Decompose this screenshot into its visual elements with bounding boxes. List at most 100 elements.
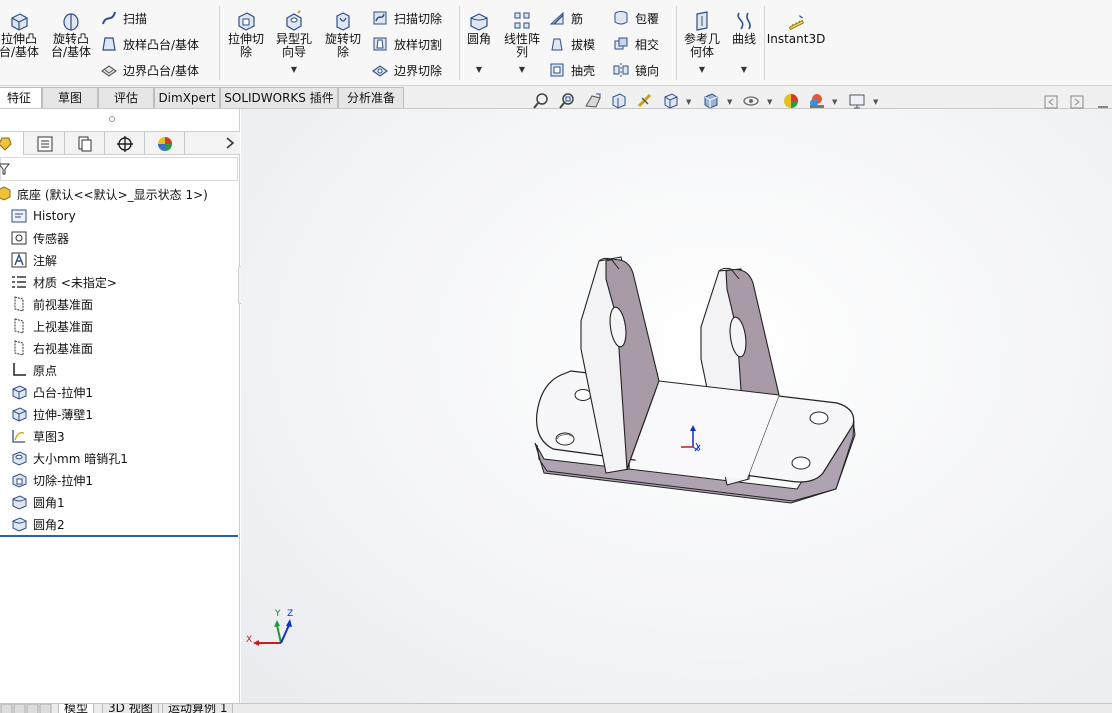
boundary-boss-button[interactable]: 边界凸台/基体 — [100, 60, 199, 80]
draft-button[interactable]: 拔模 — [548, 34, 595, 54]
tree-item-front-plane[interactable]: 前视基准面 — [10, 293, 93, 315]
fillet-feature-icon — [12, 517, 27, 532]
loft-boss-button[interactable]: 放样凸台/基体 — [100, 34, 199, 54]
zoom-to-fit-icon[interactable] — [532, 92, 550, 110]
tree-filter-row[interactable] — [0, 157, 238, 181]
tab-dimxpert[interactable]: DimXpert — [154, 87, 220, 108]
tree-item-sketch3[interactable]: 草图3 — [10, 425, 65, 447]
tree-item-history[interactable]: History — [10, 205, 76, 227]
rollback-bar[interactable] — [0, 535, 238, 537]
linear-pattern-button[interactable]: 线性阵 列 ▼ — [500, 10, 544, 76]
display-style-dropdown-icon[interactable]: ▼ — [727, 98, 732, 106]
tree-item-top-plane[interactable]: 上视基准面 — [10, 315, 93, 337]
view-settings-icon[interactable] — [848, 92, 866, 110]
mirror-button[interactable]: 镜向 — [612, 60, 659, 80]
tree-item-sensors[interactable]: 传感器 — [10, 227, 69, 249]
tab-model[interactable]: 模型 — [58, 704, 95, 713]
tree-item-extrude-thin1[interactable]: 拉伸-薄壁1 — [10, 403, 93, 425]
dimxpert-manager-tab[interactable] — [105, 132, 145, 155]
tree-item-annotations[interactable]: 注解 — [10, 249, 57, 271]
tab-features[interactable]: 特征 — [0, 87, 42, 108]
hole-wizard-button[interactable]: 异型孔 向导 ▼ — [272, 10, 316, 76]
view-orientation-icon[interactable] — [662, 92, 680, 110]
hide-show-items-icon[interactable] — [742, 92, 760, 110]
extrude-cut-button[interactable]: 拉伸切 除 — [224, 10, 268, 59]
panel-expand-icon[interactable] — [1070, 95, 1084, 109]
bracket-3d-model[interactable] — [241, 109, 1112, 703]
tab-evaluate[interactable]: 评估 — [98, 87, 154, 108]
configuration-manager-tab[interactable] — [65, 132, 105, 155]
curves-button[interactable]: 曲线 ▼ — [728, 10, 760, 76]
tree-item-boss-extrude1[interactable]: 凸台-拉伸1 — [10, 381, 93, 403]
panel-restore-icon[interactable] — [1044, 95, 1058, 109]
tab-analysis-prep[interactable]: 分析准备 — [338, 87, 404, 108]
apply-scene-dropdown-icon[interactable]: ▼ — [832, 98, 837, 106]
tree-item-right-plane[interactable]: 右视基准面 — [10, 337, 93, 359]
previous-view-icon[interactable] — [584, 92, 602, 110]
sweep-button[interactable]: 扫描 — [100, 8, 147, 28]
instant3d-button[interactable]: Instant3D — [767, 14, 825, 46]
reference-geometry-label: 参考几 何体 — [683, 32, 720, 59]
fillet-dropdown-icon[interactable]: ▼ — [476, 63, 482, 76]
reference-triad[interactable]: X Y Z — [245, 609, 297, 653]
display-style-icon[interactable] — [702, 92, 720, 110]
tree-item-origin[interactable]: 原点 — [10, 359, 57, 381]
revolve-boss-button[interactable]: 旋转凸 台/基体 — [48, 10, 94, 59]
tab-3d-views[interactable]: 3D 视图 — [102, 704, 159, 713]
tree-item-dowel-hole1[interactable]: 大小mm 暗销孔1 — [10, 447, 128, 469]
tree-item-fillet1[interactable]: 圆角1 — [10, 491, 65, 513]
reference-geometry-dropdown-icon[interactable]: ▼ — [699, 63, 705, 76]
reference-geometry-button[interactable]: 参考几 何体 ▼ — [680, 10, 724, 76]
curves-dropdown-icon[interactable]: ▼ — [741, 63, 747, 76]
intersect-label: 相交 — [635, 37, 660, 52]
tree-root-part[interactable]: 底座 (默认<<默认>_显示状态 1>) — [0, 183, 208, 205]
wrap-button[interactable]: 包覆 — [612, 8, 659, 28]
filter-icon[interactable] — [0, 162, 10, 176]
intersect-icon — [614, 37, 628, 50]
rib-icon — [549, 11, 564, 25]
tab-solidworks-addins[interactable]: SOLIDWORKS 插件 — [220, 87, 338, 108]
tree-item-label: 传感器 — [33, 231, 70, 246]
hide-show-dropdown-icon[interactable]: ▼ — [767, 98, 772, 106]
revolve-cut-button[interactable]: 旋转切 除 — [320, 10, 366, 59]
loft-cut-button[interactable]: 放样切割 — [371, 34, 442, 54]
display-manager-tab[interactable] — [145, 132, 185, 155]
sweep-cut-button[interactable]: 扫描切除 — [371, 8, 442, 28]
linear-pattern-dropdown-icon[interactable]: ▼ — [519, 63, 525, 76]
tab-scroll-icon[interactable] — [0, 704, 52, 713]
origin-icon — [13, 363, 26, 376]
feature-manager-tab[interactable] — [0, 132, 24, 155]
section-view-icon[interactable] — [610, 92, 628, 110]
tree-item-material[interactable]: 材质 <未指定> — [10, 271, 117, 293]
sensor-icon — [11, 231, 27, 245]
hole-wizard-dropdown-icon[interactable]: ▼ — [291, 63, 297, 76]
tab-motion-study[interactable]: 运动算例 1 — [162, 704, 234, 713]
boundary-cut-button[interactable]: 边界切除 — [371, 60, 442, 80]
ribbon-separator — [676, 6, 677, 80]
shell-button[interactable]: 抽壳 — [548, 60, 595, 80]
extrude-feature-icon — [12, 407, 27, 422]
tree-item-label: 原点 — [33, 363, 58, 378]
panel-grip-dot-icon[interactable] — [108, 115, 116, 123]
chevron-right-icon[interactable] — [224, 136, 236, 150]
intersect-button[interactable]: 相交 — [612, 34, 659, 54]
graphics-area[interactable]: X Y Z — [241, 109, 1112, 703]
fillet-button[interactable]: 圆角 ▼ — [462, 10, 496, 76]
plane-icon — [14, 318, 24, 334]
annotation-icon — [11, 252, 27, 268]
view-settings-dropdown-icon[interactable]: ▼ — [873, 98, 878, 106]
tab-sketch[interactable]: 草图 — [42, 87, 98, 108]
extrude-boss-button[interactable]: 拉伸凸 台/基体 — [0, 10, 42, 59]
property-manager-tab[interactable] — [25, 132, 65, 155]
apply-scene-icon[interactable] — [808, 92, 826, 110]
tree-item-fillet2[interactable]: 圆角2 — [10, 513, 65, 535]
dynamic-annotation-icon[interactable] — [636, 92, 654, 110]
tree-item-label: 上视基准面 — [33, 319, 94, 334]
tree-root-label: 底座 (默认<<默认>_显示状态 1>) — [17, 187, 208, 202]
tree-item-cut-extrude1[interactable]: 切除-拉伸1 — [10, 469, 93, 491]
reference-geometry-icon — [696, 11, 708, 31]
rib-button[interactable]: 筋 — [548, 8, 583, 28]
zoom-to-area-icon[interactable] — [558, 92, 576, 110]
view-orientation-dropdown-icon[interactable]: ▼ — [686, 98, 691, 106]
edit-appearance-icon[interactable] — [782, 92, 800, 110]
